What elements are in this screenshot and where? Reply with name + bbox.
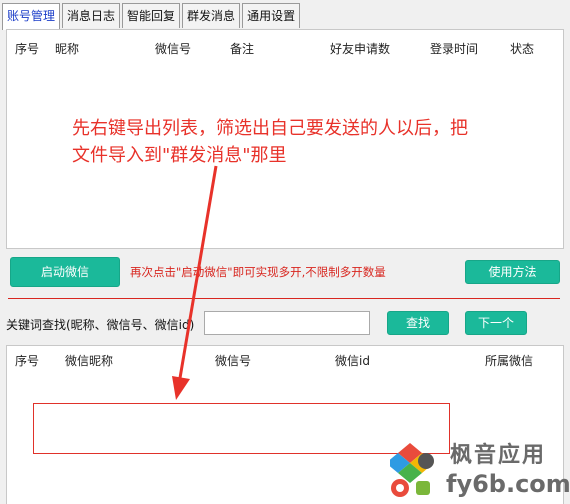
watermark-logo-icon <box>390 443 434 497</box>
watermark-text-url: fy6b.com <box>446 470 570 498</box>
watermark-text-cn: 枫音应用 <box>450 443 547 468</box>
annotation-arrow <box>172 165 218 400</box>
